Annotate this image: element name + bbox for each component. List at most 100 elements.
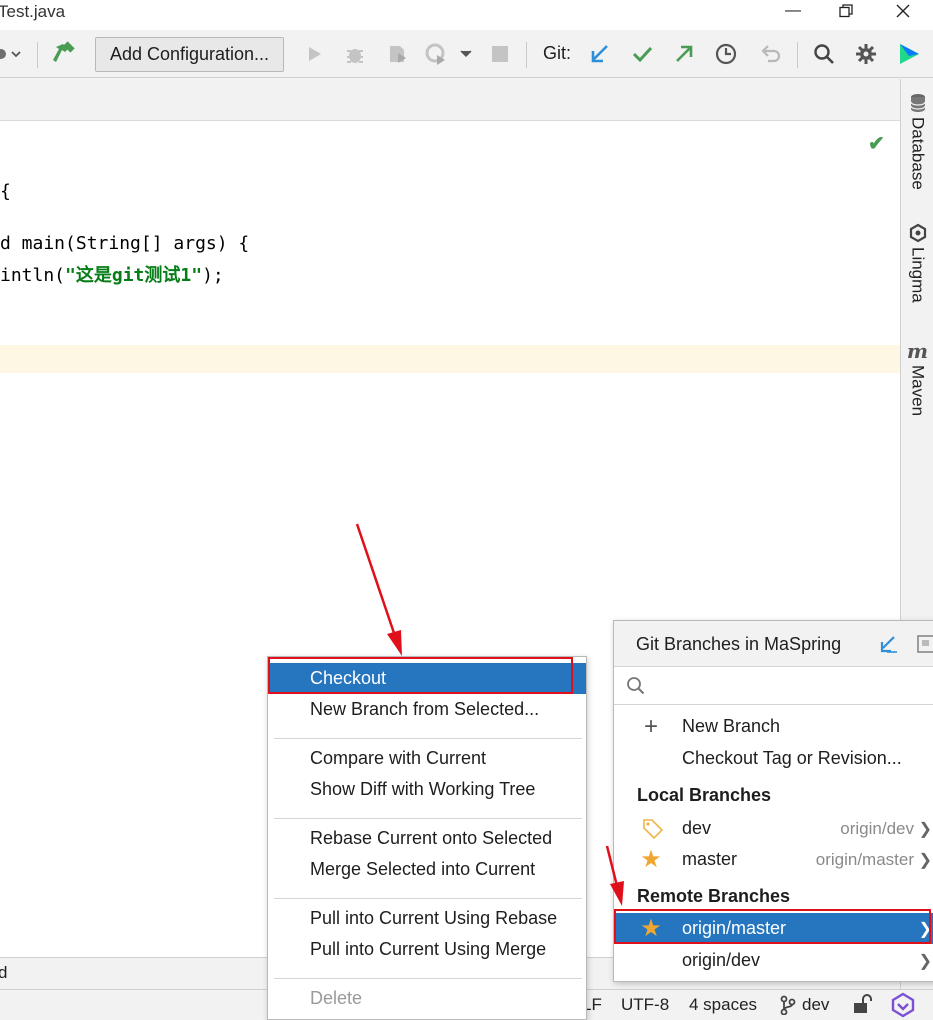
git-push-button[interactable] <box>670 40 698 68</box>
code-token: intln( <box>0 265 66 286</box>
editor-tab-strip <box>0 79 900 121</box>
remote-branches-header: Remote Branches <box>637 886 791 906</box>
tag-icon <box>643 818 664 839</box>
code-line: intln("这是git测试1"); <box>0 261 224 287</box>
profile-button[interactable] <box>422 40 452 68</box>
bug-icon <box>347 49 363 63</box>
stop-button[interactable] <box>486 40 514 68</box>
annotation-highlight-checkout <box>268 657 573 694</box>
maven-tab-label: Maven <box>908 365 928 417</box>
new-branch-action[interactable]: + New Branch <box>614 711 933 742</box>
branch-item-dev[interactable]: dev origin/dev ❯ <box>614 813 933 844</box>
branch-item-origin-dev[interactable]: origin/dev ❯ <box>614 945 933 976</box>
profile-dropdown-button[interactable] <box>456 40 476 68</box>
git-commit-button[interactable] <box>628 40 656 68</box>
menu-item-merge-selected[interactable]: Merge Selected into Current <box>268 854 586 885</box>
add-configuration-button[interactable]: Add Configuration... <box>95 37 284 72</box>
chevron-right-icon: ❯ <box>918 952 932 970</box>
plus-icon: + <box>643 712 658 740</box>
popup-title: Git Branches in MaSpring <box>636 634 842 654</box>
branch-search-field[interactable] <box>614 667 933 705</box>
profiler-icon <box>425 43 445 65</box>
local-branches-header: Local Branches <box>637 785 772 805</box>
lingma-tool-tab[interactable]: Lingma <box>901 223 933 303</box>
inspection-ok-icon: ✔ <box>868 133 885 155</box>
read-only-toggle[interactable] <box>852 993 872 1020</box>
menu-item-new-branch-from-selected[interactable]: New Branch from Selected... <box>268 694 586 725</box>
branch-name: dev <box>802 995 830 1014</box>
menu-item-delete[interactable]: Delete <box>268 983 586 1014</box>
run-coverage-button[interactable] <box>383 40 413 68</box>
git-branch-widget[interactable]: dev <box>780 995 829 1015</box>
run-button[interactable] <box>300 40 328 68</box>
code-line: { <box>0 181 11 202</box>
menu-item-pull-merge[interactable]: Pull into Current Using Merge <box>268 934 586 965</box>
stop-icon <box>492 46 508 62</box>
annotation-highlight-origin-master <box>614 909 931 944</box>
menu-item-show-diff[interactable]: Show Diff with Working Tree <box>268 774 586 805</box>
toolbar-separator <box>797 42 798 68</box>
toolbar-separator <box>37 42 38 68</box>
database-tool-tab[interactable]: Database <box>901 93 933 190</box>
debug-button[interactable] <box>341 40 369 68</box>
hammer-icon <box>53 41 75 62</box>
branch-name: origin/dev <box>682 950 761 970</box>
tracking-branch: origin/dev <box>840 818 914 838</box>
menu-separator <box>274 738 582 739</box>
chevron-down-icon <box>460 50 472 58</box>
window-icon <box>917 635 933 653</box>
checkout-tag-action[interactable]: Checkout Tag or Revision... <box>614 743 933 774</box>
toolbox-icon <box>900 44 919 64</box>
menu-separator <box>274 898 582 899</box>
fetch-arrow-icon <box>880 636 897 653</box>
indent-widget[interactable]: 4 spaces <box>689 995 757 1015</box>
caret-line-highlight <box>0 345 900 373</box>
main-toolbar: Add Configuration... Git: <box>0 30 933 78</box>
unlock-icon <box>854 994 872 1013</box>
coverage-icon <box>390 46 406 63</box>
branch-name: master <box>682 849 738 869</box>
gear-dropdown-icon <box>0 49 21 59</box>
git-rollback-button[interactable] <box>756 40 784 68</box>
menu-separator <box>274 978 582 979</box>
branch-context-menu: Checkout New Branch from Selected... Com… <box>267 656 587 1020</box>
jetbrains-toolbox-button[interactable] <box>895 40 923 68</box>
window-title: Test.java <box>0 2 66 21</box>
title-bar: Test.java — <box>0 0 933 30</box>
git-history-button[interactable] <box>712 40 740 68</box>
menu-separator <box>274 818 582 819</box>
git-update-button[interactable] <box>586 40 614 68</box>
git-label: Git: <box>543 43 572 63</box>
lingma-tab-label: Lingma <box>908 247 928 303</box>
push-arrow-icon <box>676 45 693 62</box>
close-icon <box>896 4 910 18</box>
vcs-dropdown-button[interactable] <box>0 40 26 68</box>
database-icon <box>909 94 926 112</box>
menu-item-rebase-current[interactable]: Rebase Current onto Selected <box>268 823 586 854</box>
branch-name: dev <box>682 818 712 838</box>
chevron-right-icon: ❯ <box>918 820 932 838</box>
run-icon <box>309 47 321 61</box>
search-everywhere-button[interactable] <box>810 40 838 68</box>
popup-settings-button[interactable] <box>917 635 933 658</box>
clock-icon <box>715 43 737 65</box>
restore-icon <box>839 4 853 18</box>
maven-tool-tab[interactable]: m Maven <box>901 341 933 416</box>
menu-item-pull-rebase[interactable]: Pull into Current Using Rebase <box>268 903 586 934</box>
popup-header: Git Branches in MaSpring <box>614 621 933 667</box>
restore-button[interactable] <box>823 0 869 22</box>
close-window-button[interactable] <box>880 0 926 22</box>
lingma-icon <box>909 223 926 243</box>
settings-button[interactable] <box>852 40 880 68</box>
string-literal: "这是git测试1" <box>65 265 203 286</box>
menu-item-compare-with-current[interactable]: Compare with Current <box>268 743 586 774</box>
action-label: New Branch <box>682 716 781 736</box>
branch-item-master[interactable]: ★ master origin/master ❯ <box>614 844 933 875</box>
branch-icon <box>780 995 796 1015</box>
build-button[interactable] <box>50 40 80 68</box>
minimize-button[interactable]: — <box>770 0 816 22</box>
action-label: Checkout Tag or Revision... <box>682 748 902 768</box>
encoding-widget[interactable]: UTF-8 <box>621 995 669 1015</box>
lingma-status-widget[interactable] <box>890 992 916 1020</box>
fetch-button[interactable] <box>878 634 898 659</box>
